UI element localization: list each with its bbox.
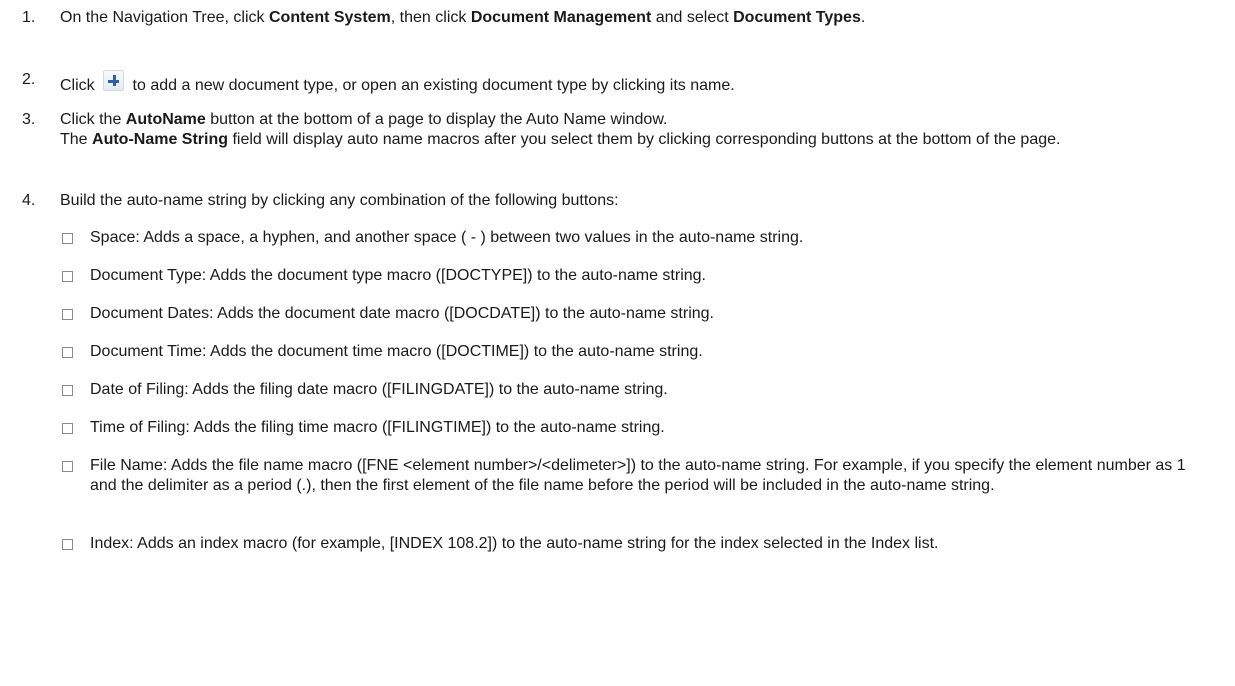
step-text: Click to add a new document type, or ope… xyxy=(60,70,1205,96)
checkbox-bullet-icon xyxy=(62,233,73,244)
text: . xyxy=(860,9,866,26)
step-text: On the Navigation Tree, click Content Sy… xyxy=(60,8,1205,28)
option-text: Document Time: Adds the document time ma… xyxy=(90,343,703,360)
document-types-label: Document Types xyxy=(733,9,861,26)
step-number: 1. xyxy=(22,9,36,26)
text: button at the bottom of a page to displa… xyxy=(205,111,668,128)
option-text: Time of Filing: Adds the filing time mac… xyxy=(90,419,665,436)
text: , then click xyxy=(390,9,471,26)
step-line: Click the AutoName button at the bottom … xyxy=(60,110,1205,130)
step-number: 3. xyxy=(22,111,36,128)
step-number: 2. xyxy=(22,71,36,88)
plus-icon xyxy=(103,70,125,91)
step-text: Click the AutoName button at the bottom … xyxy=(60,110,1205,150)
text: Click the xyxy=(60,111,126,128)
option-text: Space: Adds a space, a hyphen, and anoth… xyxy=(90,229,804,246)
option-text: Date of Filing: Adds the filing date mac… xyxy=(90,381,668,398)
option-text: Index: Adds an index macro (for example,… xyxy=(90,535,939,552)
checkbox-bullet-icon xyxy=(62,347,73,358)
text: The xyxy=(60,131,93,148)
checkbox-bullet-icon xyxy=(62,385,73,396)
option-text: Document Dates: Adds the document date m… xyxy=(90,305,714,322)
step-number: 4. xyxy=(22,192,36,209)
document-management-label: Document Management xyxy=(470,9,652,26)
text: and select xyxy=(651,9,734,26)
option-text: Document Type: Adds the document type ma… xyxy=(90,267,706,284)
checkbox-bullet-icon xyxy=(62,539,73,550)
auto-name-string-label: Auto-Name String xyxy=(92,131,229,148)
checkbox-bullet-icon xyxy=(62,309,73,320)
checkbox-bullet-icon xyxy=(62,271,73,282)
text: Click xyxy=(60,77,100,94)
text: On the Navigation Tree, click xyxy=(60,9,269,26)
text: to add a new document type, or open an e… xyxy=(128,77,735,94)
text: field will display auto name macros afte… xyxy=(228,131,1061,148)
autoname-label: AutoName xyxy=(125,111,206,128)
step-line: The Auto-Name String field will display … xyxy=(60,130,1205,150)
content-system-label: Content System xyxy=(268,9,391,26)
step-text: Build the auto-name string by clicking a… xyxy=(60,192,619,209)
checkbox-bullet-icon xyxy=(62,423,73,434)
checkbox-bullet-icon xyxy=(62,461,73,472)
option-text: File Name: Adds the file name macro ([FN… xyxy=(90,457,1186,494)
